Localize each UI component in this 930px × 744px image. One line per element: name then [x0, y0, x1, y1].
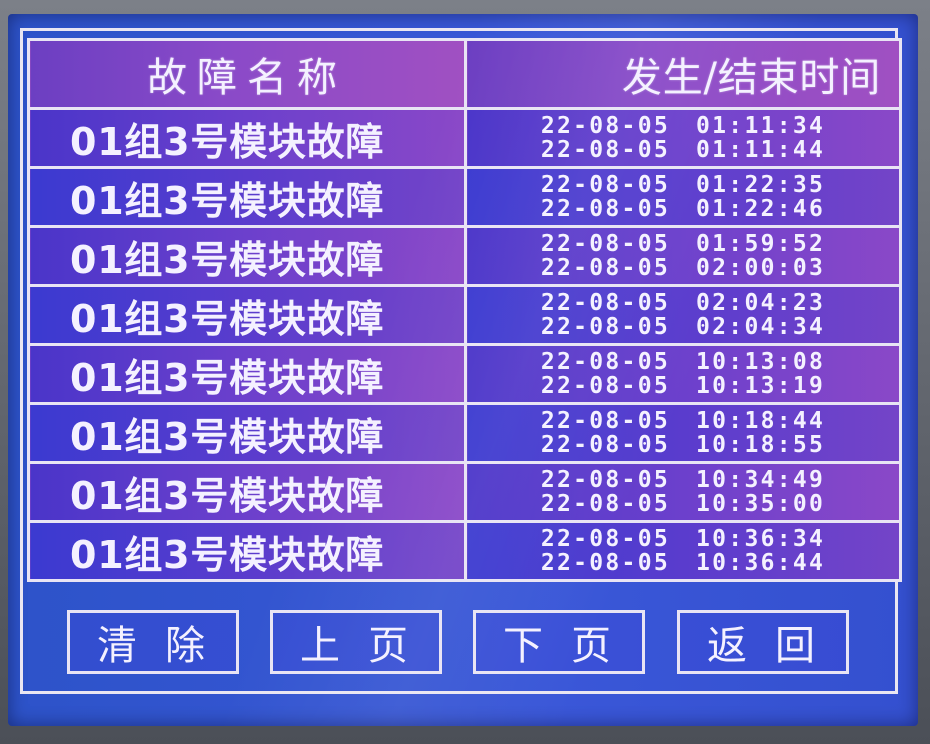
fault-name: 01组3号模块故障	[27, 343, 467, 405]
fault-name: 01组3号模块故障	[27, 461, 467, 523]
column-header-fault-name: 故障名称	[27, 38, 467, 110]
clear-button[interactable]: 清除	[67, 610, 239, 674]
fault-time: 22-08-05 02:04:23 22-08-05 02:04:34	[464, 284, 902, 346]
next-page-button[interactable]: 下页	[473, 610, 645, 674]
fault-time: 22-08-05 01:59:52 22-08-05 02:00:03	[464, 225, 902, 287]
end-timestamp: 22-08-05 01:22:46	[540, 196, 826, 222]
table-row[interactable]: 01组3号模块故障 22-08-05 01:22:35 22-08-05 01:22…	[27, 166, 902, 228]
fault-name: 01组3号模块故障	[27, 402, 467, 464]
fault-time: 22-08-05 01:11:34 22-08-05 01:11:44	[464, 107, 902, 169]
start-timestamp: 22-08-05 01:11:34	[540, 113, 826, 139]
end-timestamp: 22-08-05 10:13:19	[540, 373, 826, 399]
fault-name: 01组3号模块故障	[27, 520, 467, 582]
table-row[interactable]: 01组3号模块故障 22-08-05 10:36:34 22-08-05 10:36…	[27, 520, 902, 582]
start-timestamp: 22-08-05 10:36:34	[540, 526, 826, 552]
back-button[interactable]: 返回	[677, 610, 849, 674]
start-timestamp: 22-08-05 01:59:52	[540, 231, 826, 257]
table-header-row: 故障名称 发生/结束时间	[27, 38, 902, 110]
fault-time: 22-08-05 10:36:34 22-08-05 10:36:44	[464, 520, 902, 582]
table-row[interactable]: 01组3号模块故障 22-08-05 01:11:34 22-08-05 01:11…	[27, 107, 902, 169]
prev-page-button[interactable]: 上页	[270, 610, 442, 674]
fault-name: 01组3号模块故障	[27, 107, 467, 169]
table-row[interactable]: 01组3号模块故障 22-08-05 10:34:49 22-08-05 10:35…	[27, 461, 902, 523]
fault-log-table: 故障名称 发生/结束时间 01组3号模块故障 22-08-05 01:11:34 …	[27, 38, 902, 582]
start-timestamp: 22-08-05 10:34:49	[540, 467, 826, 493]
start-timestamp: 22-08-05 02:04:23	[540, 290, 826, 316]
table-row[interactable]: 01组3号模块故障 22-08-05 10:18:44 22-08-05 10:18…	[27, 402, 902, 464]
end-timestamp: 22-08-05 10:36:44	[540, 550, 826, 576]
start-timestamp: 22-08-05 10:13:08	[540, 349, 826, 375]
table-row[interactable]: 01组3号模块故障 22-08-05 10:13:08 22-08-05 10:13…	[27, 343, 902, 405]
fault-time: 22-08-05 10:18:44 22-08-05 10:18:55	[464, 402, 902, 464]
end-timestamp: 22-08-05 01:11:44	[540, 137, 826, 163]
column-header-time: 发生/结束时间	[464, 38, 902, 110]
fault-time: 22-08-05 10:13:08 22-08-05 10:13:19	[464, 343, 902, 405]
fault-name: 01组3号模块故障	[27, 284, 467, 346]
end-timestamp: 22-08-05 02:04:34	[540, 314, 826, 340]
start-timestamp: 22-08-05 10:18:44	[540, 408, 826, 434]
table-row[interactable]: 01组3号模块故障 22-08-05 02:04:23 22-08-05 02:04…	[27, 284, 902, 346]
table-row[interactable]: 01组3号模块故障 22-08-05 01:59:52 22-08-05 02:00…	[27, 225, 902, 287]
fault-name: 01组3号模块故障	[27, 225, 467, 287]
button-bar: 清除 上页 下页 返回	[27, 596, 899, 674]
fault-time: 22-08-05 10:34:49 22-08-05 10:35:00	[464, 461, 902, 523]
end-timestamp: 22-08-05 10:35:00	[540, 491, 826, 517]
start-timestamp: 22-08-05 01:22:35	[540, 172, 826, 198]
end-timestamp: 22-08-05 10:18:55	[540, 432, 826, 458]
end-timestamp: 22-08-05 02:00:03	[540, 255, 826, 281]
fault-name: 01组3号模块故障	[27, 166, 467, 228]
fault-time: 22-08-05 01:22:35 22-08-05 01:22:46	[464, 166, 902, 228]
